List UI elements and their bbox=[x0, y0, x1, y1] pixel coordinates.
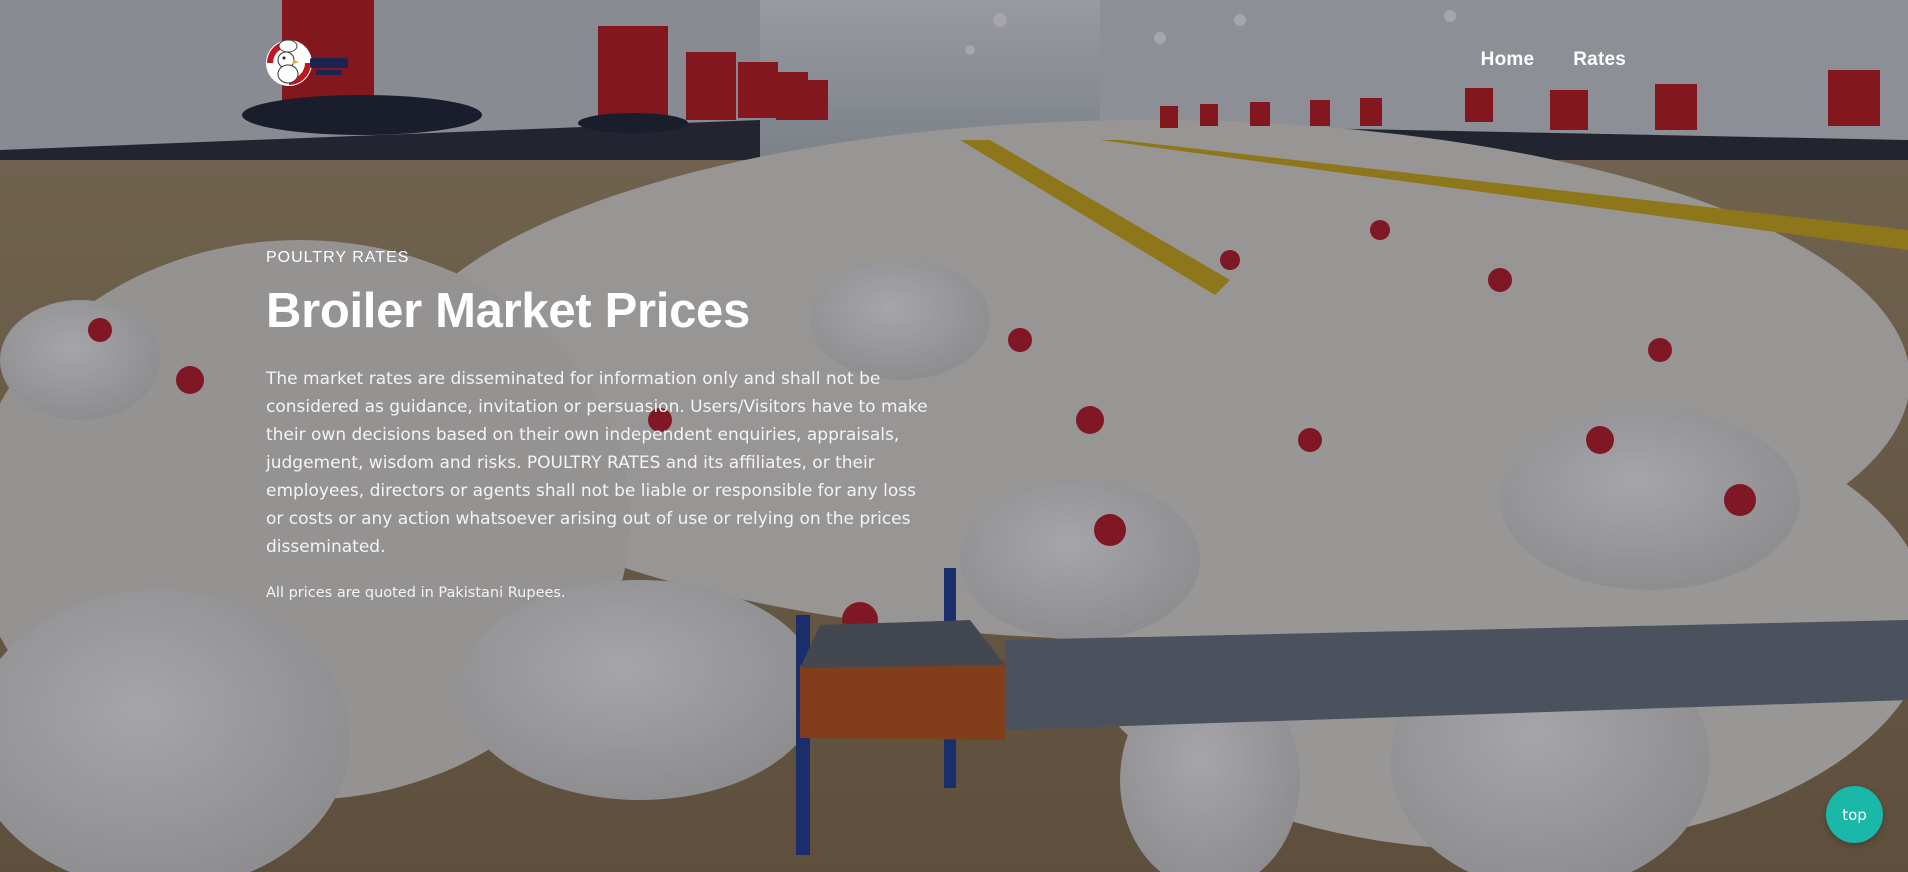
hero-section: Home Rates POULTRY RATES Broiler Market … bbox=[0, 0, 1908, 872]
nav-link-home[interactable]: Home bbox=[1481, 49, 1535, 71]
hero-content: POULTRY RATES Broiler Market Prices The … bbox=[266, 249, 946, 601]
hero-eyebrow: POULTRY RATES bbox=[266, 249, 410, 266]
top-navigation: Home Rates bbox=[0, 0, 1908, 124]
nav-links: Home Rates bbox=[1481, 49, 1626, 71]
chicken-chef-logo-icon[interactable] bbox=[264, 36, 360, 90]
disclaimer-text: The market rates are disseminated for in… bbox=[266, 369, 928, 557]
nav-link-rates[interactable]: Rates bbox=[1573, 49, 1626, 71]
currency-note: All prices are quoted in Pakistani Rupee… bbox=[266, 585, 566, 601]
page-title: Broiler Market Prices bbox=[266, 284, 750, 338]
scroll-to-top-button[interactable]: top bbox=[1826, 786, 1883, 843]
